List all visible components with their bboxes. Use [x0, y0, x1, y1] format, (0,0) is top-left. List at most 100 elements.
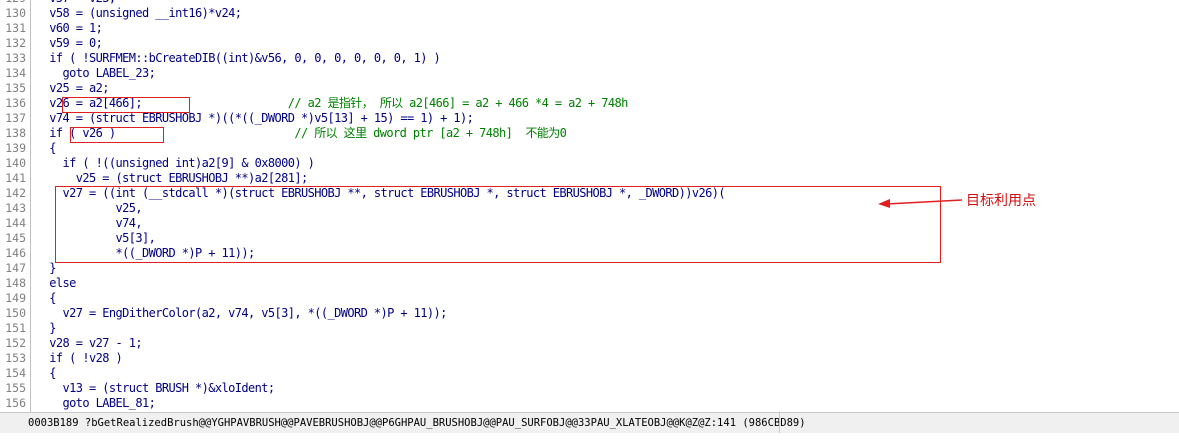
line-number: 130: [5, 6, 26, 20]
code-line[interactable]: 140 if ( !((unsigned int)a2[9] & 0x8000)…: [0, 156, 1179, 171]
code-text: v27 = EngDitherColor(a2, v74, v5[3], *((…: [36, 306, 447, 321]
code-text: if ( !SURFMEM::bCreateDIB((int)&v56, 0, …: [36, 51, 440, 66]
line-number: 136: [5, 96, 26, 110]
code-statement: v25 = a2;: [36, 81, 109, 95]
line-number: 132: [5, 36, 26, 50]
line-number: 151: [5, 321, 26, 335]
line-number: 139: [5, 141, 26, 155]
code-statement: if ( !v28 ): [36, 351, 123, 365]
code-line[interactable]: 155 v13 = (struct BRUSH *)&xloIdent;: [0, 381, 1179, 396]
code-statement: if ( !((unsigned int)a2[9] & 0x8000) ): [36, 156, 315, 170]
status-bar-text: 0003B189 ?bGetRealizedBrush@@YGHPAVBRUSH…: [28, 417, 806, 429]
line-number: 146: [5, 246, 26, 260]
line-number: 141: [5, 171, 26, 185]
code-text: goto LABEL_81;: [36, 396, 155, 411]
code-line[interactable]: 135 v25 = a2;: [0, 81, 1179, 96]
code-statement: v60 = 1;: [36, 21, 103, 35]
annotation-label: 目标利用点: [966, 193, 1036, 209]
code-text: v58 = (unsigned __int16)*v24;: [36, 6, 242, 21]
code-text: else: [36, 276, 76, 291]
line-number: 145: [5, 231, 26, 245]
line-number: 135: [5, 81, 26, 95]
code-statement: v57 = v23;: [36, 0, 116, 5]
code-line[interactable]: 152 v28 = v27 - 1;: [0, 336, 1179, 351]
line-number: 137: [5, 111, 26, 125]
code-line[interactable]: 131 v60 = 1;: [0, 21, 1179, 36]
code-line[interactable]: 130 v58 = (unsigned __int16)*v24;: [0, 6, 1179, 21]
code-line[interactable]: 132 v59 = 0;: [0, 36, 1179, 51]
code-statement: v58 = (unsigned __int16)*v24;: [36, 6, 242, 20]
line-number: 155: [5, 381, 26, 395]
code-line[interactable]: 139 {: [0, 141, 1179, 156]
code-text: }: [36, 261, 56, 276]
code-line[interactable]: 151 }: [0, 321, 1179, 336]
code-text: v59 = 0;: [36, 36, 103, 51]
code-line[interactable]: 153 if ( !v28 ): [0, 351, 1179, 366]
line-number: 152: [5, 336, 26, 350]
code-text: v74 = (struct EBRUSHOBJ *)((*((_DWORD *)…: [36, 111, 474, 126]
code-text: v13 = (struct BRUSH *)&xloIdent;: [36, 381, 275, 396]
code-line[interactable]: 154 {: [0, 366, 1179, 381]
line-number: 147: [5, 261, 26, 275]
line-number: 148: [5, 276, 26, 290]
code-line[interactable]: 149 {: [0, 291, 1179, 306]
code-line[interactable]: 150 v27 = EngDitherColor(a2, v74, v5[3],…: [0, 306, 1179, 321]
line-number: 131: [5, 21, 26, 35]
bottom-strip: [0, 433, 1179, 441]
code-statement: v13 = (struct BRUSH *)&xloIdent;: [36, 381, 275, 395]
code-line[interactable]: 148 else: [0, 276, 1179, 291]
line-number: 144: [5, 216, 26, 230]
code-statement: v74 = (struct EBRUSHOBJ *)((*((_DWORD *)…: [36, 111, 474, 125]
line-number: 133: [5, 51, 26, 65]
code-text: v25 = a2;: [36, 81, 109, 96]
code-statement: {: [36, 291, 56, 305]
status-bar: 0003B189 ?bGetRealizedBrush@@YGHPAVBRUSH…: [0, 412, 1179, 433]
highlight-box-v26-assign: [62, 97, 190, 113]
code-line[interactable]: 141 v25 = (struct EBRUSHOBJ **)a2[281];: [0, 171, 1179, 186]
code-statement: goto LABEL_23;: [36, 66, 156, 80]
code-statement: else: [36, 276, 76, 290]
line-number: 150: [5, 306, 26, 320]
code-comment: // a2 是指针， 所以 a2[466] = a2 + 466 *4 = a2…: [142, 96, 629, 110]
code-comment: // 所以 这里 dword ptr [a2 + 748h] 不能为0: [115, 126, 567, 140]
line-number: 143: [5, 201, 26, 215]
arrow-icon: [878, 199, 963, 208]
code-text: goto LABEL_23;: [36, 66, 155, 81]
highlight-box-if-v26: [70, 127, 164, 143]
code-text: {: [36, 366, 56, 381]
line-number: 149: [5, 291, 26, 305]
code-text: {: [36, 141, 56, 156]
line-number: 138: [5, 126, 26, 140]
code-statement: {: [36, 366, 56, 380]
line-number: 154: [5, 366, 26, 380]
line-number: 156: [5, 396, 26, 410]
gutter-divider: [30, 0, 31, 412]
code-statement: {: [36, 141, 56, 155]
code-statement: if ( !SURFMEM::bCreateDIB((int)&v56, 0, …: [36, 51, 441, 65]
code-line[interactable]: 137 v74 = (struct EBRUSHOBJ *)((*((_DWOR…: [0, 111, 1179, 126]
code-text: v25 = (struct EBRUSHOBJ **)a2[281];: [36, 171, 308, 186]
line-number: 134: [5, 66, 26, 80]
line-number: 140: [5, 156, 26, 170]
code-statement: goto LABEL_81;: [36, 396, 156, 410]
code-line[interactable]: 147 }: [0, 261, 1179, 276]
code-statement: v25 = (struct EBRUSHOBJ **)a2[281];: [36, 171, 308, 185]
code-statement: }: [36, 261, 56, 275]
code-statement: }: [36, 321, 56, 335]
code-text: if ( !v28 ): [36, 351, 122, 366]
code-line[interactable]: 156 goto LABEL_81;: [0, 396, 1179, 411]
code-line[interactable]: 133 if ( !SURFMEM::bCreateDIB((int)&v56,…: [0, 51, 1179, 66]
code-text: if ( !((unsigned int)a2[9] & 0x8000) ): [36, 156, 314, 171]
code-line[interactable]: 134 goto LABEL_23;: [0, 66, 1179, 81]
code-statement: v59 = 0;: [36, 36, 103, 50]
code-statement: v28 = v27 - 1;: [36, 336, 142, 350]
code-line[interactable]: 138 if ( v26 ) // 所以 这里 dword ptr [a2 + …: [0, 126, 1179, 141]
code-text: }: [36, 321, 56, 336]
status-bar-separator: [779, 413, 780, 433]
code-text: v60 = 1;: [36, 21, 103, 36]
line-number: 153: [5, 351, 26, 365]
line-number: 142: [5, 186, 26, 200]
code-statement: v27 = EngDitherColor(a2, v74, v5[3], *((…: [36, 306, 447, 320]
code-text: v28 = v27 - 1;: [36, 336, 142, 351]
highlight-box-call-block: [55, 186, 941, 263]
